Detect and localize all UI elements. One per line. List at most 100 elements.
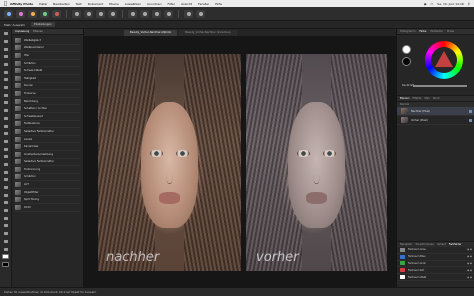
tab-effects[interactable]: Effekte — [412, 97, 421, 100]
tab-color[interactable]: Farbe — [419, 30, 426, 33]
foreground-color[interactable] — [402, 45, 411, 54]
color-triangle[interactable] — [435, 51, 453, 67]
menu-app-name[interactable]: Affinity Photo — [10, 2, 33, 6]
snapping-button[interactable] — [152, 9, 161, 18]
sharpen-brush-tool-icon[interactable] — [2, 177, 9, 183]
menu-item-edit[interactable]: Bearbeiten — [53, 2, 69, 6]
gradient-tool-icon[interactable] — [2, 123, 9, 129]
context-settings-button[interactable]: Einstellungen — [31, 22, 55, 27]
after-photo[interactable]: nachher — [98, 54, 241, 271]
adjustment-item[interactable]: Gradientenumsetzung — [15, 151, 80, 159]
adjustment-item[interactable]: OCIO — [15, 204, 80, 212]
photo-persona-button[interactable] — [4, 9, 13, 18]
ellipse-tool-icon[interactable] — [2, 208, 9, 214]
opacity-slider[interactable] — [413, 85, 467, 87]
arrange-button[interactable] — [164, 9, 173, 18]
adjustment-item[interactable]: Kanalmixer — [15, 143, 80, 151]
inpainting-brush-tool-icon[interactable] — [2, 162, 9, 168]
menu-item-filter[interactable]: Filter — [168, 2, 175, 6]
text-tool-icon[interactable] — [2, 216, 9, 222]
tab-history[interactable]: Verlauf — [437, 243, 446, 246]
adjustment-item[interactable]: Weißabgleich — [15, 37, 80, 45]
background-color-swatch[interactable] — [2, 261, 9, 268]
paint-brush-tool-icon[interactable] — [2, 100, 9, 106]
swatch-row[interactable]: Farbraum Grün ● ● — [397, 261, 474, 268]
artistic-text-tool-icon[interactable] — [2, 223, 9, 229]
rectangle-tool-icon[interactable] — [2, 200, 9, 206]
adjustment-item[interactable]: Schwarz-Weiß — [15, 67, 80, 75]
layer-visibility-checkbox[interactable] — [469, 109, 472, 113]
background-color[interactable] — [402, 57, 411, 66]
adjustment-item[interactable]: Selektive Farbkorrektur — [15, 128, 80, 136]
layer-visibility-checkbox[interactable] — [469, 118, 472, 122]
tab-swatches[interactable]: Farbfelder — [430, 30, 443, 33]
adjustment-item[interactable]: Schatten / Lichter — [15, 105, 80, 113]
tab-styles[interactable]: Stile — [424, 97, 430, 100]
tab-adjustments[interactable]: Anpassung — [15, 30, 29, 33]
menu-item-arrange[interactable]: Anordnen — [147, 2, 162, 6]
blend-mode-select[interactable]: Normal — [400, 103, 409, 106]
tab-layers[interactable]: Ebenen — [33, 30, 43, 33]
tab-histogram[interactable]: Histogramm — [400, 30, 415, 33]
menu-item-help[interactable]: Hilfe — [215, 2, 222, 6]
liquify-persona-button[interactable] — [16, 9, 25, 18]
adjustment-item[interactable]: Selektive Farbkorrektur — [15, 159, 80, 167]
adjustment-item[interactable]: Belichtung — [15, 98, 80, 106]
menubar-clock[interactable]: Sa. 10. Juni 14:16 — [437, 2, 464, 6]
search-icon[interactable]: ⚲ — [468, 2, 470, 6]
adjustment-item[interactable]: Levels — [15, 136, 80, 144]
swatch-row[interactable]: Farbraum Grau ● ● — [397, 247, 474, 254]
zoom-tool-icon[interactable] — [2, 46, 9, 52]
quick-mask-button[interactable] — [140, 9, 149, 18]
layer-row[interactable]: Nachher (Pixel) — [397, 107, 474, 116]
flood-fill-tool-icon[interactable] — [2, 116, 9, 122]
adjustment-item[interactable]: Objektfilter — [15, 189, 80, 197]
move-tool-icon[interactable] — [2, 31, 9, 37]
adjustment-item[interactable]: Schwellenwert — [15, 113, 80, 121]
blur-brush-tool-icon[interactable] — [2, 169, 9, 175]
before-photo[interactable]: vorher — [246, 54, 387, 271]
develop-persona-button[interactable] — [28, 9, 37, 18]
flood-select-tool-icon[interactable] — [2, 77, 9, 83]
healing-brush-tool-icon[interactable] — [2, 154, 9, 160]
wifi-icon[interactable]: ◉ — [424, 2, 427, 6]
red-eye-tool-icon[interactable] — [2, 239, 9, 245]
swatch-options-icon[interactable]: ● ● — [467, 262, 472, 265]
adjustment-item[interactable]: Farbbalance — [15, 121, 80, 129]
auto-colors-button[interactable] — [96, 9, 105, 18]
adjustment-item[interactable]: LUT — [15, 181, 80, 189]
smudge-brush-tool-icon[interactable] — [2, 246, 9, 252]
selection-brush-tool-icon[interactable] — [2, 69, 9, 75]
personas-button[interactable] — [196, 9, 205, 18]
swatch-row[interactable]: Farbraum Weiß ● ● — [397, 274, 474, 281]
swatch-options-icon[interactable]: ● ● — [467, 255, 472, 258]
foreground-color-swatch[interactable] — [2, 253, 9, 260]
adjustment-item[interactable]: HSL — [15, 52, 80, 60]
tab-swatch-list[interactable]: Farbfelder — [449, 243, 462, 246]
adjustment-item[interactable]: Schärfen — [15, 174, 80, 182]
adjustment-item[interactable]: Weißpunktierer — [15, 45, 80, 53]
tab-brushes[interactable]: Pinsel — [447, 30, 454, 33]
adjustment-item[interactable]: Schärfen — [15, 60, 80, 68]
erase-brush-tool-icon[interactable] — [2, 108, 9, 114]
clone-brush-tool-icon[interactable] — [2, 146, 9, 152]
adjustment-item[interactable]: Tontrennung — [15, 166, 80, 174]
tab-navigator[interactable]: Navigator — [400, 243, 412, 246]
canvas[interactable]: nachher vorher — [84, 36, 396, 287]
node-tool-icon[interactable] — [2, 192, 9, 198]
battery-icon[interactable]: ▭ — [430, 2, 433, 6]
swatch-row[interactable]: Farbraum Rot ● ● — [397, 267, 474, 275]
menu-item-layer[interactable]: Ebene — [109, 2, 118, 6]
color-picker-tool-icon[interactable] — [2, 54, 9, 60]
pen-tool-icon[interactable] — [2, 185, 9, 191]
tab-stock[interactable]: Stock — [433, 97, 440, 100]
view-tool-icon[interactable] — [2, 39, 9, 45]
swatch-options-icon[interactable]: ● ● — [467, 276, 472, 279]
swatch-options-icon[interactable]: ● ● — [467, 248, 472, 251]
auto-white-balance-button[interactable] — [108, 9, 117, 18]
swatch-row[interactable]: Farbraum Blau ● ● — [397, 254, 474, 261]
burn-brush-tool-icon[interactable] — [2, 139, 9, 145]
selection-mode-button[interactable] — [128, 9, 137, 18]
crop-tool-icon[interactable] — [2, 62, 9, 68]
menu-item-document[interactable]: Dokument — [88, 2, 104, 6]
